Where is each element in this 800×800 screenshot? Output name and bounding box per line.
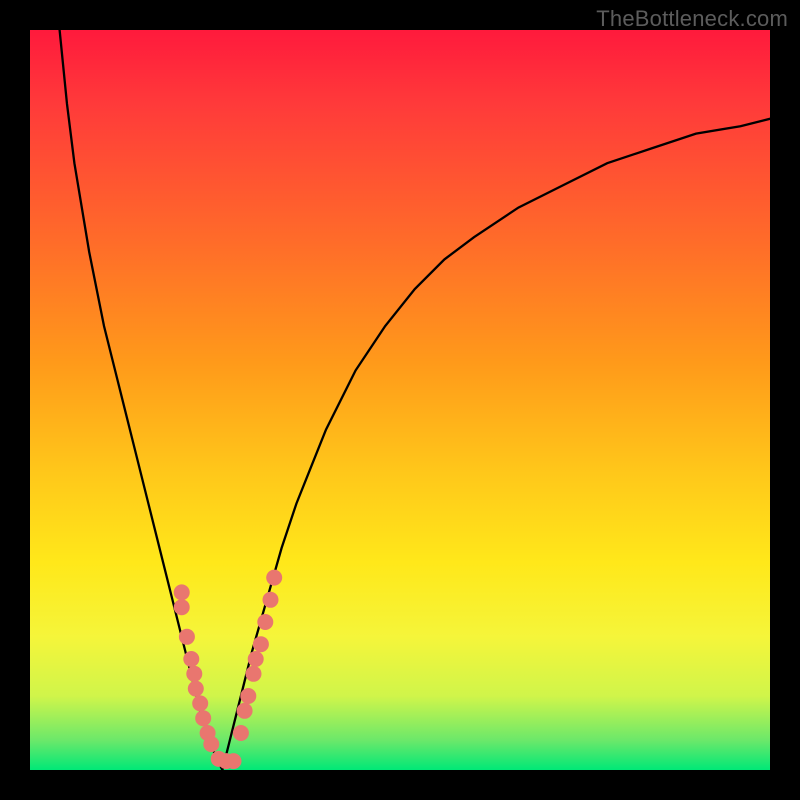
fit-markers bbox=[174, 570, 283, 770]
fit-marker bbox=[253, 636, 269, 652]
fit-marker bbox=[179, 629, 195, 645]
fit-marker bbox=[203, 736, 219, 752]
fit-marker bbox=[192, 695, 208, 711]
fit-marker bbox=[237, 703, 253, 719]
fit-marker bbox=[240, 688, 256, 704]
fit-marker bbox=[257, 614, 273, 630]
fit-marker bbox=[174, 599, 190, 615]
chart-svg bbox=[30, 30, 770, 770]
fit-marker bbox=[226, 753, 242, 769]
fit-marker bbox=[233, 725, 249, 741]
fit-marker bbox=[186, 666, 202, 682]
fit-marker bbox=[266, 570, 282, 586]
fit-marker bbox=[195, 710, 211, 726]
fit-marker bbox=[246, 666, 262, 682]
curve-right-curve bbox=[222, 119, 770, 770]
bottleneck-curve bbox=[60, 30, 770, 770]
fit-marker bbox=[183, 651, 199, 667]
plot-area bbox=[30, 30, 770, 770]
fit-marker bbox=[263, 592, 279, 608]
fit-marker bbox=[174, 584, 190, 600]
fit-marker bbox=[248, 651, 264, 667]
fit-marker bbox=[188, 681, 204, 697]
chart-frame: TheBottleneck.com bbox=[0, 0, 800, 800]
watermark-text: TheBottleneck.com bbox=[596, 6, 788, 32]
